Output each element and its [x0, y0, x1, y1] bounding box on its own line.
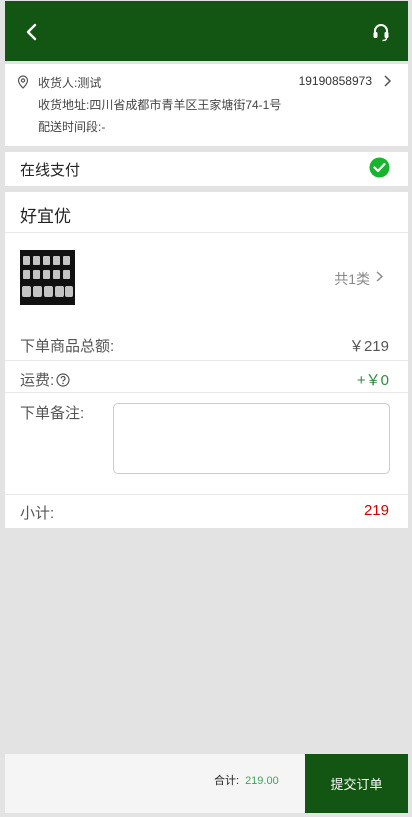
receiver-name: 收货人:测试: [38, 76, 102, 90]
shipping-label-wrap: 运费:: [20, 369, 70, 390]
payment-method-label: 在线支付: [20, 162, 81, 179]
remark-label: 下单备注:: [20, 405, 85, 422]
divider: [5, 392, 408, 393]
order-card: 好宜优 共1类 下单商品总额: ￥219 运费: +￥0 下单备注: 小计: 2…: [5, 192, 408, 528]
goods-total-label: 下单商品总额:: [20, 338, 115, 355]
divider: [5, 232, 408, 233]
location-pin-icon: [17, 75, 29, 89]
divider: [5, 494, 408, 495]
payment-method-row[interactable]: 在线支付: [5, 152, 408, 186]
submit-order-button[interactable]: 提交订单: [305, 754, 408, 813]
remark-input[interactable]: [113, 403, 390, 474]
delivery-time: 配送时间段:-: [38, 120, 106, 134]
headset-icon[interactable]: [370, 21, 392, 43]
shipping-value: +￥0: [356, 372, 389, 389]
bottom-bar: 合计: 219.00 提交订单: [5, 754, 408, 813]
subtotal-value: 219: [363, 502, 389, 519]
help-circle-icon[interactable]: [56, 373, 70, 387]
product-thumbnail[interactable]: [20, 250, 75, 305]
item-count[interactable]: 共1类: [334, 269, 370, 289]
goods-total-value: ￥219: [348, 338, 389, 355]
top-nav-bar: [5, 1, 408, 61]
subtotal-label: 小计:: [20, 505, 55, 522]
receiver-address: 收货地址:四川省成都市青羊区王家塘街74-1号: [38, 98, 282, 112]
total-amount: 219.00: [245, 775, 279, 787]
total-label: 合计:: [214, 775, 240, 787]
shipping-label: 运费:: [20, 372, 55, 389]
chevron-left-icon[interactable]: [21, 21, 43, 43]
total-wrap: 合计: 219.00: [214, 772, 279, 788]
check-circle-icon[interactable]: [369, 157, 390, 178]
divider: [5, 360, 408, 361]
chevron-right-icon: [376, 271, 384, 282]
address-card[interactable]: 收货人:测试 19190858973 收货地址:四川省成都市青羊区王家塘街74-…: [5, 64, 408, 146]
chevron-right-icon: [384, 75, 392, 87]
store-name: 好宜优: [20, 207, 71, 226]
receiver-phone: 19190858973: [298, 74, 372, 88]
